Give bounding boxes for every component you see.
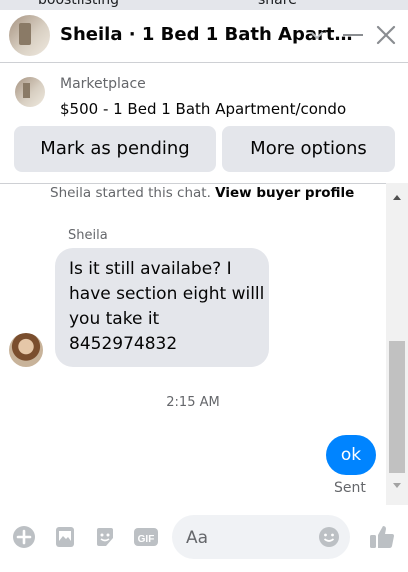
outgoing-message: ok bbox=[326, 435, 376, 475]
boostlisting-fragment: boostlisting bbox=[38, 0, 120, 8]
sender-name: Sheila bbox=[68, 228, 108, 243]
message-input-container[interactable] bbox=[172, 515, 350, 561]
scroll-up-arrow-icon[interactable] bbox=[393, 195, 401, 200]
more-options-button[interactable]: More options bbox=[222, 126, 395, 172]
view-buyer-profile-link[interactable]: View buyer profile bbox=[215, 185, 354, 201]
message-line: you take it bbox=[69, 309, 160, 329]
sent-status: Sent bbox=[334, 480, 366, 496]
mark-as-pending-button[interactable]: Mark as pending bbox=[14, 126, 216, 172]
marketplace-panel: Marketplace $500 - 1 Bed 1 Bath Apartmen… bbox=[0, 63, 408, 183]
sender-avatar[interactable] bbox=[9, 333, 43, 367]
scrollbar-thumb[interactable] bbox=[389, 341, 405, 473]
image-icon[interactable] bbox=[53, 525, 77, 549]
message-timestamp: 2:15 AM bbox=[166, 395, 220, 410]
top-strip: boostlisting share bbox=[0, 0, 408, 10]
marketplace-label: Marketplace bbox=[60, 76, 146, 92]
scroll-down-arrow-icon[interactable] bbox=[393, 483, 401, 488]
chat-header: Sheila · 1 Bed 1 Bath Apart… bbox=[0, 10, 408, 62]
avatar[interactable] bbox=[9, 15, 50, 56]
chat-start-text: Sheila started this chat. bbox=[50, 185, 211, 201]
gif-label: GIF bbox=[138, 534, 155, 545]
message-line: Is it still availabe? I bbox=[69, 259, 232, 279]
composer: GIF bbox=[0, 505, 408, 572]
share-fragment: share bbox=[258, 0, 297, 8]
like-icon[interactable] bbox=[368, 523, 396, 551]
incoming-message: Is it still availabe? I have section eig… bbox=[55, 248, 269, 367]
sticker-icon[interactable] bbox=[93, 525, 117, 549]
minimize-icon[interactable] bbox=[343, 34, 363, 36]
message-input[interactable] bbox=[184, 515, 313, 561]
message-line[interactable]: 8452974832 bbox=[69, 332, 257, 357]
listing-title[interactable]: $500 - 1 Bed 1 Bath Apartment/condo bbox=[60, 100, 346, 118]
message-list[interactable]: Sheila started this chat. View buyer pro… bbox=[0, 183, 386, 505]
close-icon[interactable] bbox=[376, 25, 396, 45]
chat-start-notice: Sheila started this chat. View buyer pro… bbox=[50, 185, 354, 201]
plus-icon[interactable] bbox=[12, 525, 36, 549]
listing-thumbnail[interactable] bbox=[15, 77, 45, 107]
gif-icon[interactable]: GIF bbox=[133, 525, 159, 549]
conversation-title[interactable]: Sheila · 1 Bed 1 Bath Apart… bbox=[60, 24, 353, 45]
scrollbar[interactable] bbox=[386, 183, 408, 505]
emoji-icon[interactable] bbox=[318, 526, 340, 548]
chevron-down-icon[interactable] bbox=[310, 28, 324, 42]
message-line: have section eight willl bbox=[69, 284, 265, 304]
